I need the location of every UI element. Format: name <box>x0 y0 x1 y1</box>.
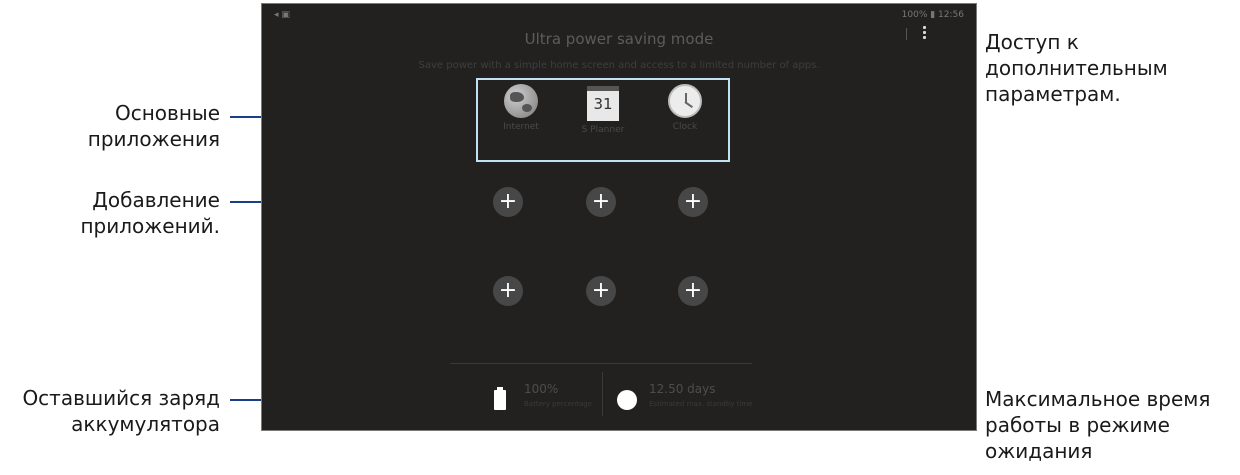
add-app-button[interactable]: + <box>586 276 616 306</box>
globe-icon <box>504 84 538 118</box>
label-line: приложений. <box>80 214 220 238</box>
add-app-button[interactable]: + <box>586 187 616 217</box>
add-app-button[interactable]: + <box>678 276 708 306</box>
standby-caption: Estimated max. standby time <box>649 400 753 408</box>
label-more-options: Доступ к дополнительным параметрам. <box>985 29 1235 107</box>
bottom-divider <box>450 363 752 364</box>
label-battery: Оставшийся заряд аккумулятора <box>0 385 220 437</box>
plus-icon: + <box>498 278 518 303</box>
add-app-button[interactable]: + <box>493 187 523 217</box>
app-internet[interactable]: Internet <box>481 84 561 132</box>
label-line: Оставшийся заряд <box>22 386 220 410</box>
app-label: S Planner <box>581 125 625 135</box>
battery-icon <box>494 387 506 410</box>
battery-value: 100% <box>524 382 559 396</box>
info-divider <box>602 372 603 416</box>
plus-icon: + <box>498 189 518 214</box>
main-apps-group: Internet 31 S Planner Clock <box>476 78 730 162</box>
label-add-apps: Добавление приложений. <box>40 187 220 239</box>
calendar-icon: 31 <box>587 86 619 121</box>
app-s-planner[interactable]: 31 S Planner <box>563 84 643 135</box>
status-bar: ◂ ▣ 100% ▮ 12:56 <box>262 4 976 26</box>
label-line: работы в режиме <box>985 413 1170 437</box>
label-line: ожидания <box>985 439 1093 463</box>
app-label: Clock <box>672 122 698 132</box>
divider <box>906 28 907 40</box>
label-line: Доступ к <box>985 30 1079 54</box>
plus-icon: + <box>591 189 611 214</box>
calendar-day: 31 <box>593 95 613 113</box>
more-vertical-icon[interactable] <box>919 26 929 42</box>
device-screen: ◂ ▣ 100% ▮ 12:56 Ultra power saving mode… <box>261 3 977 431</box>
app-clock[interactable]: Clock <box>645 84 725 132</box>
battery-caption: Battery percentage <box>524 400 592 408</box>
label-line: параметрам. <box>985 82 1121 106</box>
label-line: приложения <box>87 127 220 151</box>
add-app-button[interactable]: + <box>493 276 523 306</box>
add-app-button[interactable]: + <box>678 187 708 217</box>
standby-icon <box>617 390 637 410</box>
app-label: Internet <box>503 122 539 132</box>
label-line: Основные <box>114 101 220 125</box>
plus-icon: + <box>683 189 703 214</box>
screen-description: Save power with a simple home screen and… <box>418 60 820 71</box>
status-right: 100% ▮ 12:56 <box>901 10 964 20</box>
label-line: дополнительным <box>985 56 1168 80</box>
plus-icon: + <box>591 278 611 303</box>
label-line: аккумулятора <box>71 412 220 436</box>
label-max-standby: Максимальное время работы в режиме ожида… <box>985 386 1235 464</box>
clock-icon <box>668 84 702 118</box>
plus-icon: + <box>683 278 703 303</box>
screen-title: Ultra power saving mode <box>524 30 714 48</box>
status-left: ◂ ▣ <box>274 10 290 20</box>
label-main-apps: Основные приложения <box>60 100 220 152</box>
label-line: Максимальное время <box>985 387 1211 411</box>
label-line: Добавление <box>92 188 220 212</box>
standby-value: 12.50 days <box>649 382 716 396</box>
